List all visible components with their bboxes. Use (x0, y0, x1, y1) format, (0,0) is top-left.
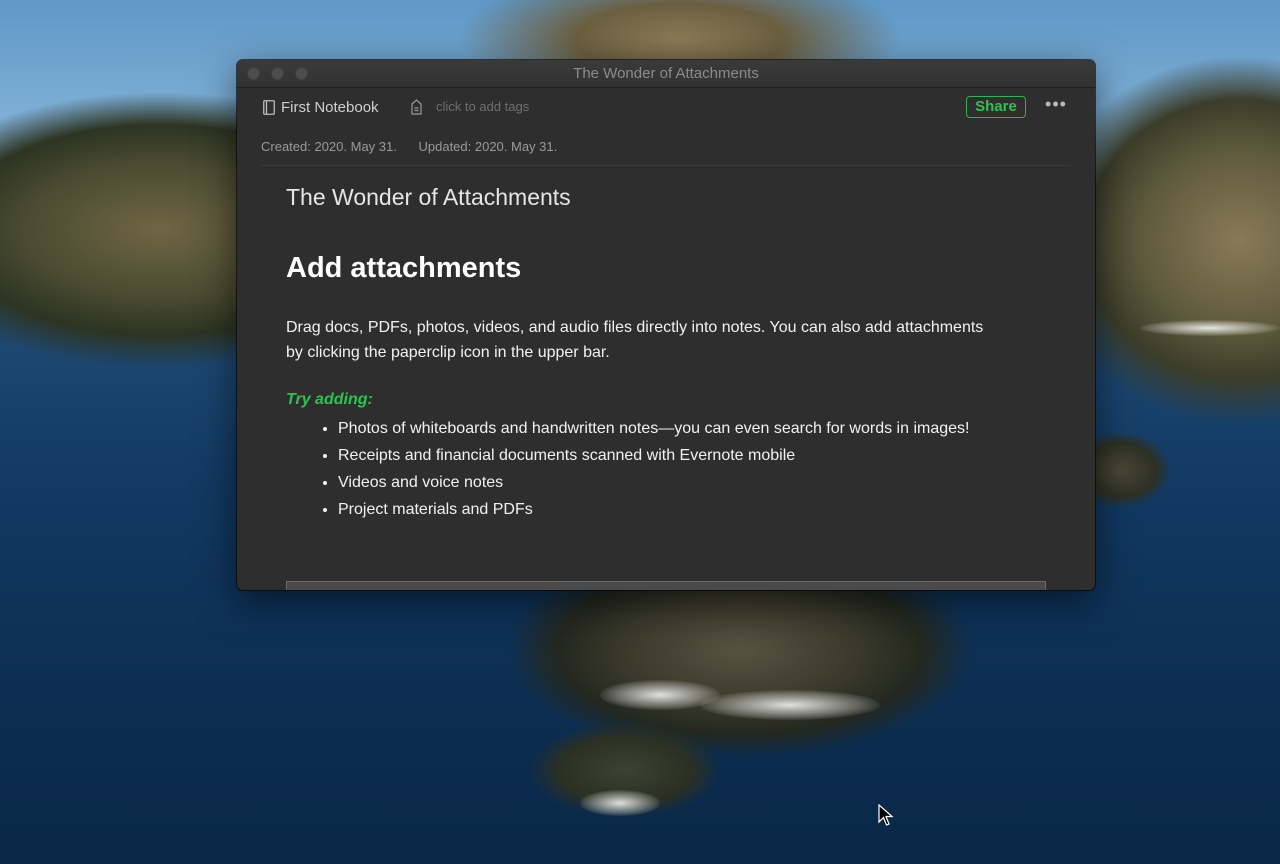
note-window: The Wonder of Attachments First Notebook… (237, 60, 1095, 590)
title-bar[interactable]: The Wonder of Attachments (237, 60, 1095, 88)
window-title: The Wonder of Attachments (573, 65, 759, 82)
more-icon[interactable]: ••• (1043, 95, 1069, 118)
try-adding-label[interactable]: Try adding: (286, 391, 373, 409)
list-item[interactable]: Photos of whiteboards and handwritten no… (338, 415, 969, 442)
bullet-list: Photos of whiteboards and handwritten no… (297, 415, 969, 523)
attachment-preview[interactable] (286, 581, 1046, 590)
notebook-icon (263, 100, 275, 115)
wave-foam (700, 690, 880, 720)
list-item[interactable]: Project materials and PDFs (338, 496, 969, 523)
tag-icon (411, 99, 422, 115)
note-toolbar: First Notebook click to add tags Share •… (237, 88, 1095, 128)
tags-input[interactable]: click to add tags (436, 99, 529, 114)
note-paragraph[interactable]: Drag docs, PDFs, photos, videos, and aud… (286, 315, 986, 365)
note-heading[interactable]: Add attachments (286, 252, 521, 285)
notebook-selector[interactable]: First Notebook (281, 99, 379, 116)
note-dates: Created: 2020. May 31. Updated: 2020. Ma… (261, 139, 575, 154)
list-item[interactable]: Receipts and financial documents scanned… (338, 442, 969, 469)
wave-foam (580, 790, 660, 816)
updated-date: Updated: 2020. May 31. (418, 139, 558, 154)
note-title[interactable]: The Wonder of Attachments (286, 184, 571, 211)
wave-foam (1140, 320, 1280, 336)
list-item[interactable]: Videos and voice notes (338, 469, 969, 496)
divider (261, 165, 1071, 166)
created-date: Created: 2020. May 31. (261, 139, 397, 154)
cursor-icon (878, 804, 894, 826)
share-button[interactable]: Share (966, 96, 1026, 118)
